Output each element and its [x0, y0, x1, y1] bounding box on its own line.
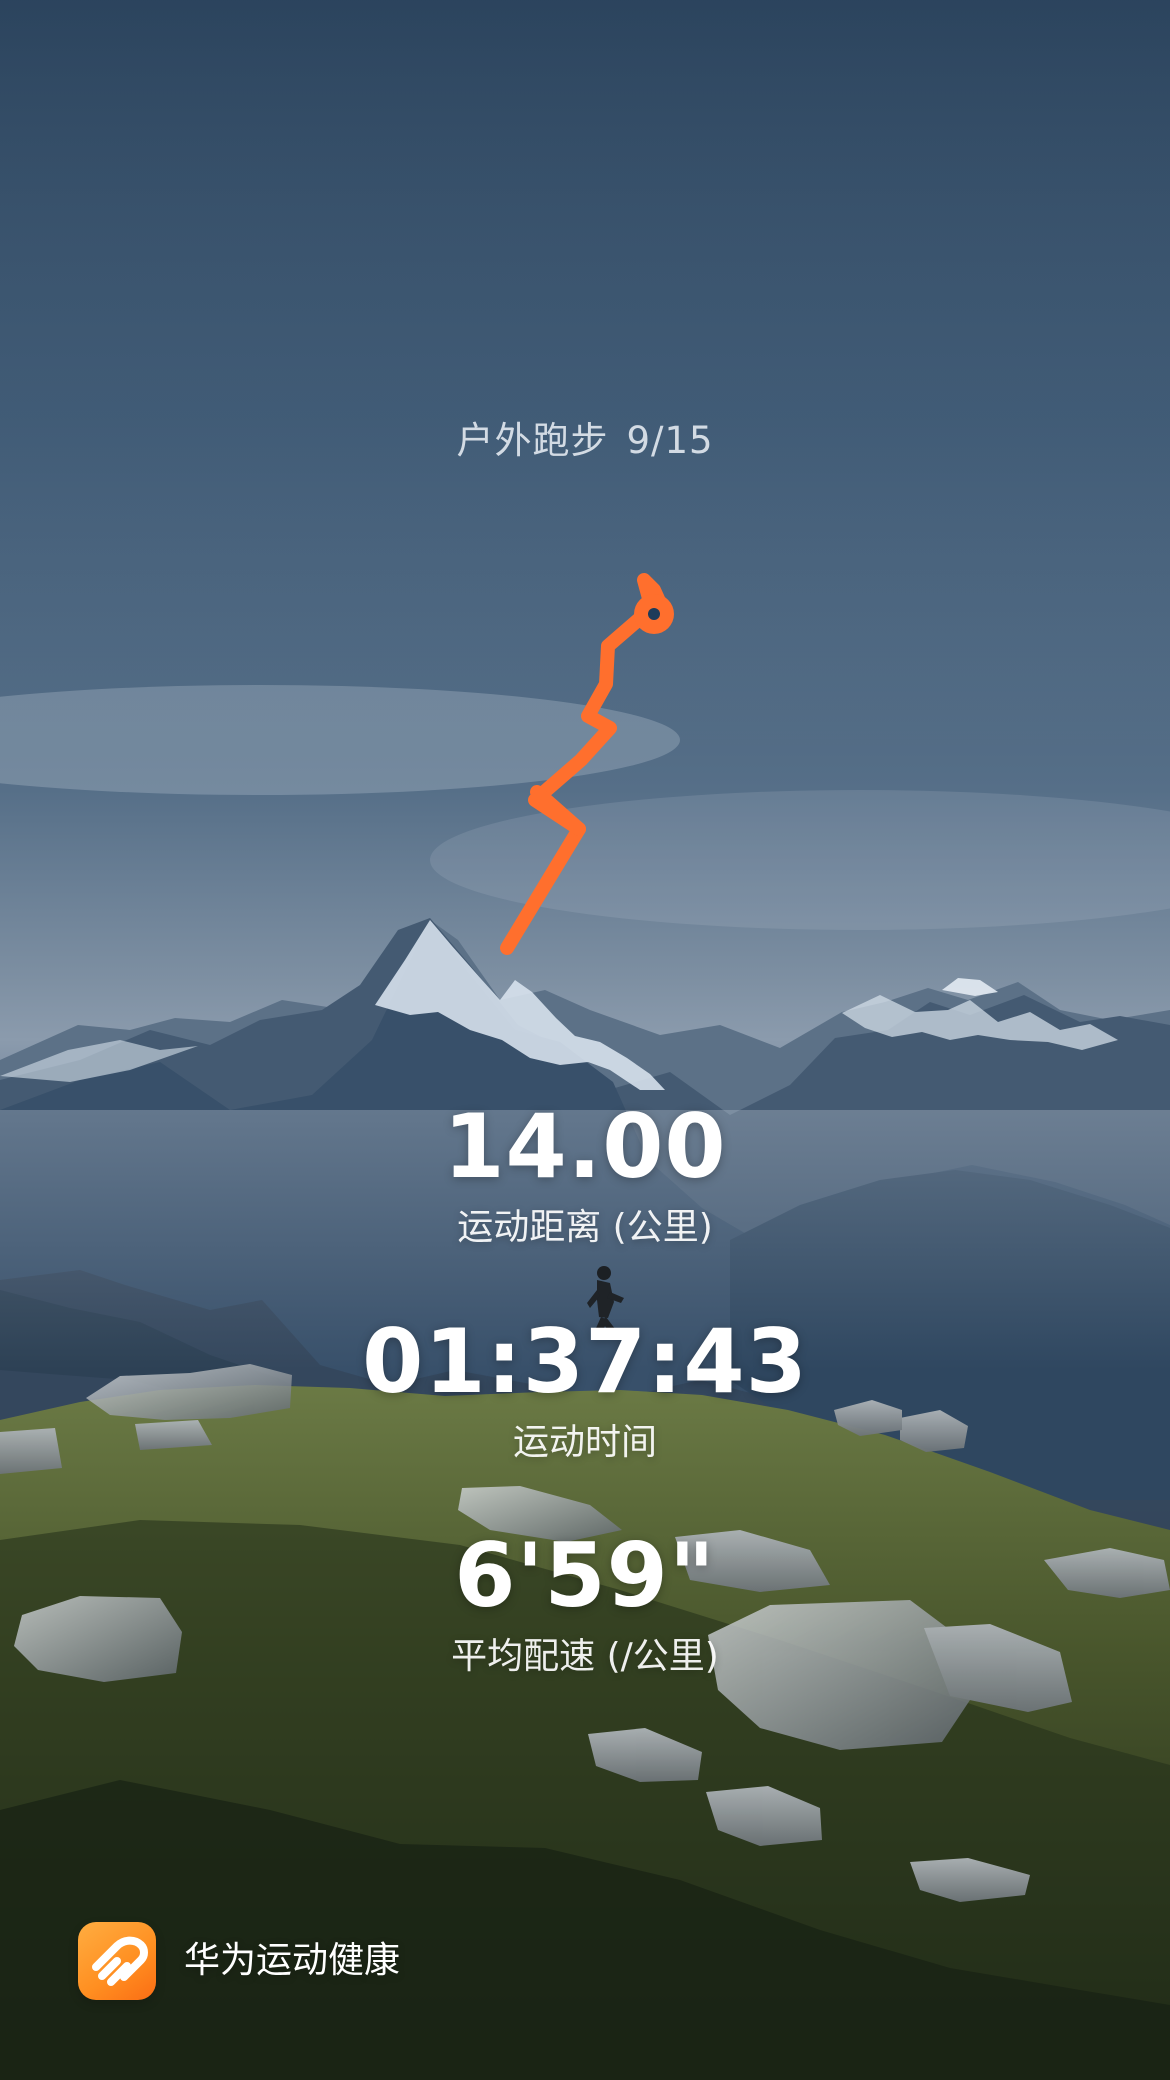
route-end-marker-center — [648, 608, 660, 620]
route-path — [500, 573, 671, 955]
pace-value: 6'59" — [454, 1524, 716, 1627]
pace-label: 平均配速 (/公里) — [451, 1636, 719, 1677]
distance-label: 运动距离 (公里) — [457, 1207, 713, 1248]
distance-value: 14.00 — [443, 1095, 727, 1198]
huawei-health-icon — [78, 1922, 156, 2000]
route-map — [500, 573, 674, 955]
brand-footer: 华为运动健康 — [78, 1922, 400, 2000]
duration-stat: 01:37:43 运动时间 — [0, 1310, 1170, 1464]
duration-label: 运动时间 — [512, 1422, 657, 1463]
brand-name: 华为运动健康 — [184, 1940, 401, 1981]
share-card: 户外跑步 9/15 14.00 运动距离 (公里) 01:37:43 运动时间 6… — [0, 0, 1170, 2080]
distance-stat: 14.00 运动距离 (公里) — [0, 1095, 1170, 1249]
pace-stat: 6'59" 平均配速 (/公里) — [0, 1524, 1170, 1678]
duration-value: 01:37:43 — [362, 1310, 808, 1413]
